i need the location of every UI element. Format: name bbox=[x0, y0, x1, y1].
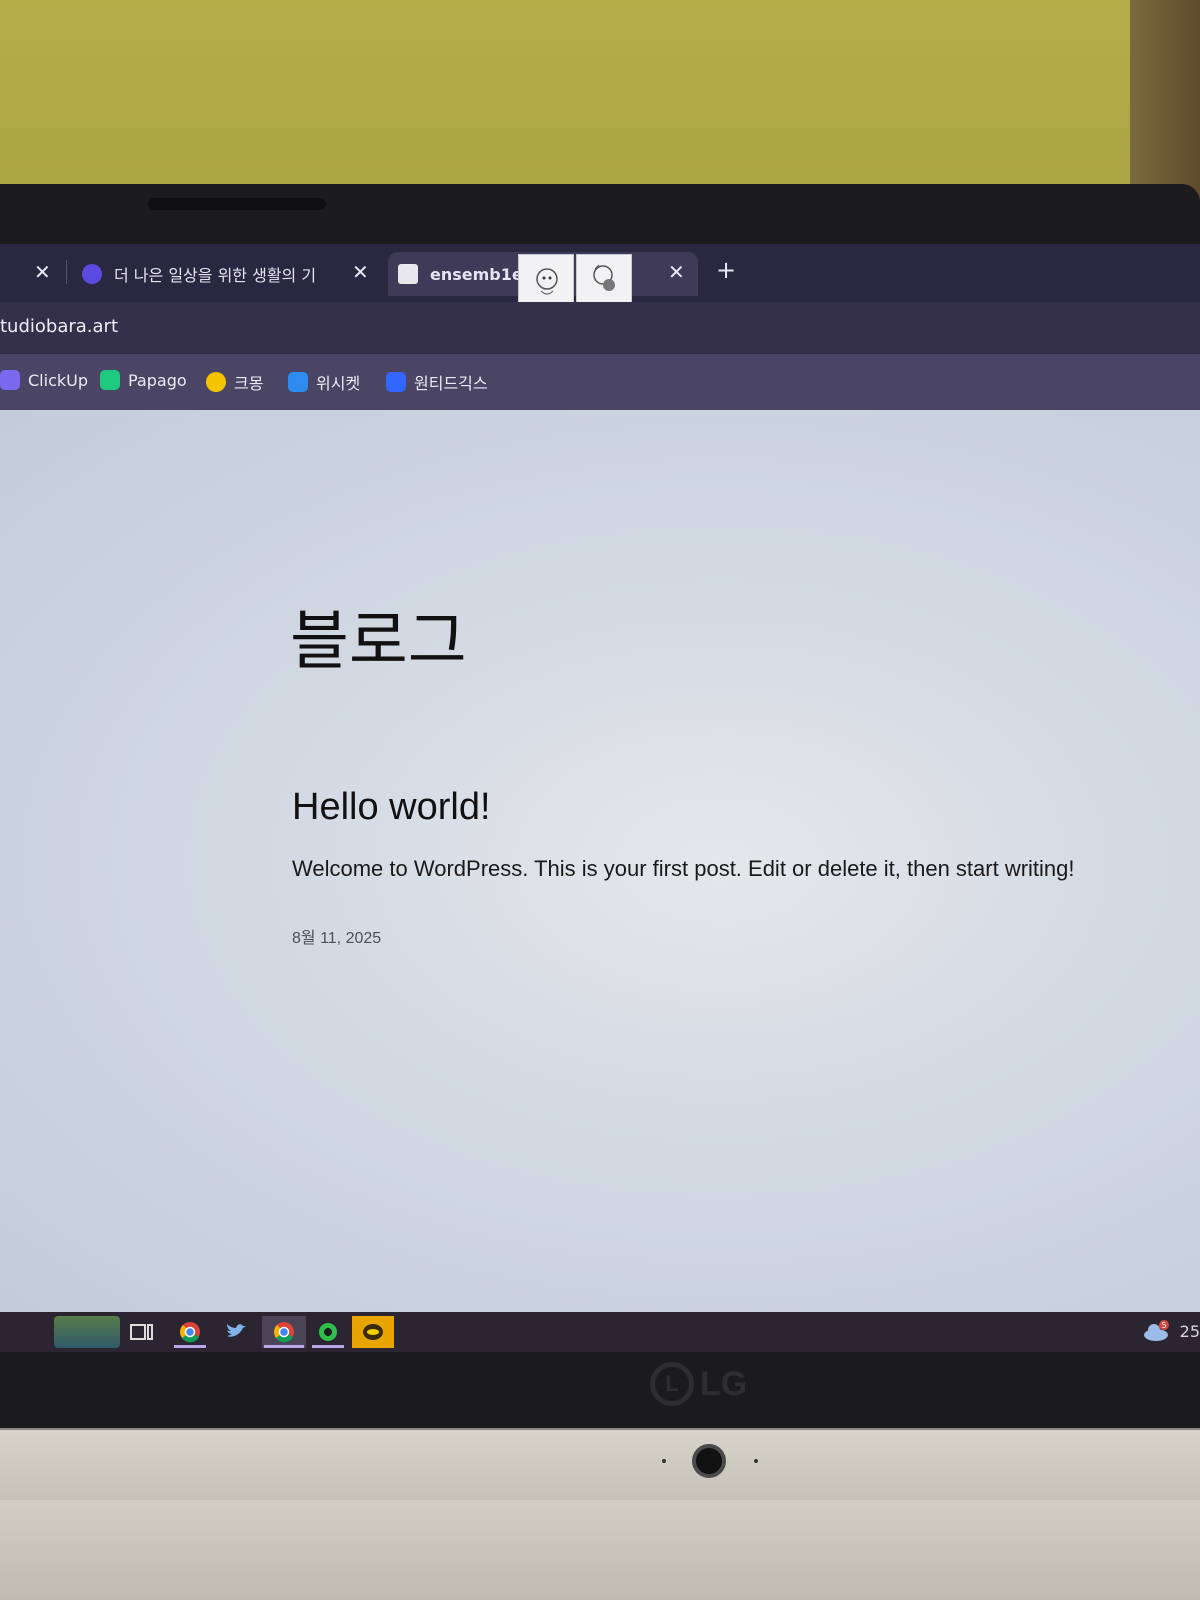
tab-preview-image bbox=[576, 254, 632, 304]
laptop-bezel-bottom bbox=[0, 1352, 1200, 1430]
weather-widget[interactable]: 5 bbox=[1142, 1320, 1172, 1342]
url-text[interactable]: tudiobara.art bbox=[0, 316, 118, 337]
kakaotalk-icon bbox=[363, 1324, 383, 1340]
cloud-icon: 5 bbox=[1144, 1320, 1169, 1341]
bookmark-label: 위시켓 bbox=[316, 374, 361, 393]
taskbar-bird-app[interactable] bbox=[218, 1316, 254, 1348]
tab-preview-image bbox=[518, 254, 574, 304]
weather-badge-count: 5 bbox=[1161, 1321, 1166, 1330]
webcam-icon bbox=[692, 1444, 726, 1478]
webcam-indicator bbox=[754, 1459, 758, 1463]
taskbar-green-app[interactable] bbox=[310, 1316, 346, 1348]
post-date: 8월 11, 2025 bbox=[292, 930, 382, 947]
address-bar[interactable]: tudiobara.art bbox=[0, 302, 1200, 354]
bookmarks-bar: ClickUp Papago 크몽 위시켓 원티드긱스 bbox=[0, 354, 1200, 412]
taskbar-kakaotalk[interactable] bbox=[352, 1316, 394, 1348]
post-excerpt: Welcome to WordPress. This is your first… bbox=[292, 856, 1075, 881]
bookmark-wishket[interactable]: 위시켓 bbox=[288, 370, 360, 394]
webcam-indicator bbox=[662, 1459, 666, 1463]
active-app-indicator bbox=[264, 1345, 304, 1348]
taskbar-chrome-profile[interactable] bbox=[262, 1316, 306, 1348]
new-tab-button[interactable]: + bbox=[716, 256, 736, 284]
wishket-icon bbox=[288, 372, 308, 392]
web-page: 블로그 Hello world! Welcome to WordPress. T… bbox=[0, 410, 1200, 1312]
taskbar-chrome[interactable] bbox=[172, 1316, 208, 1348]
bookmark-label: 크몽 bbox=[234, 374, 264, 393]
laptop-base bbox=[0, 1500, 1200, 1600]
wanted-gigs-icon bbox=[386, 372, 406, 392]
tab-close-icon[interactable]: ✕ bbox=[668, 260, 685, 284]
tab-label: 더 나은 일상을 위한 생활의 기 bbox=[114, 266, 317, 285]
kmong-icon bbox=[206, 372, 226, 392]
blog-title: 블로그 bbox=[290, 605, 467, 679]
task-view-button[interactable] bbox=[124, 1316, 160, 1348]
brand-label: LG bbox=[700, 1364, 748, 1403]
active-app-indicator bbox=[312, 1345, 344, 1348]
tray-clock[interactable]: 25 bbox=[1180, 1322, 1200, 1341]
bookmark-kmong[interactable]: 크몽 bbox=[206, 370, 263, 394]
post-title-link[interactable]: Hello world! bbox=[292, 786, 491, 829]
laptop-bezel-notch bbox=[148, 198, 326, 210]
chrome-icon bbox=[180, 1322, 200, 1343]
tab-label: ensemb1e bbox=[430, 264, 523, 284]
browser-tab-bar: ✕ 더 나은 일상을 위한 생활의 기 ✕ ensemb1e ✕ + bbox=[0, 244, 1200, 304]
clickup-icon bbox=[0, 370, 20, 390]
bookmark-label: 원티드긱스 bbox=[414, 374, 488, 393]
laptop-hinge bbox=[0, 1428, 1200, 1500]
bird-icon bbox=[227, 1324, 246, 1337]
active-app-indicator bbox=[174, 1345, 206, 1348]
lg-circle-icon: L bbox=[650, 1362, 694, 1406]
bookmark-papago[interactable]: Papago bbox=[100, 370, 187, 390]
tab-close-icon[interactable]: ✕ bbox=[34, 260, 51, 284]
tab-lifestyle[interactable]: 더 나은 일상을 위한 생활의 기 bbox=[70, 252, 376, 296]
chrome-icon bbox=[274, 1322, 294, 1343]
laptop-bezel-top bbox=[0, 184, 1200, 248]
tab-divider bbox=[66, 260, 67, 284]
lg-logo: L LG bbox=[650, 1362, 747, 1406]
bookmark-label: Papago bbox=[128, 370, 187, 390]
bookmark-wanted-gigs[interactable]: 원티드긱스 bbox=[386, 370, 488, 394]
task-view-icon bbox=[130, 1324, 153, 1340]
character-sketch-icon bbox=[536, 268, 558, 295]
tab-ensemble[interactable]: ensemb1e bbox=[388, 252, 698, 304]
tab-favicon-icon bbox=[82, 264, 102, 284]
green-app-icon bbox=[319, 1323, 337, 1341]
papago-icon bbox=[100, 370, 120, 390]
tab-favicon-icon bbox=[398, 264, 418, 284]
bookmark-label: ClickUp bbox=[28, 370, 88, 390]
os-taskbar: 5 25 bbox=[0, 1312, 1200, 1352]
widgets-button[interactable] bbox=[54, 1316, 120, 1348]
tab-close-icon[interactable]: ✕ bbox=[352, 260, 369, 284]
character-sketch-icon bbox=[593, 264, 615, 291]
bookmark-clickup[interactable]: ClickUp bbox=[0, 370, 88, 390]
